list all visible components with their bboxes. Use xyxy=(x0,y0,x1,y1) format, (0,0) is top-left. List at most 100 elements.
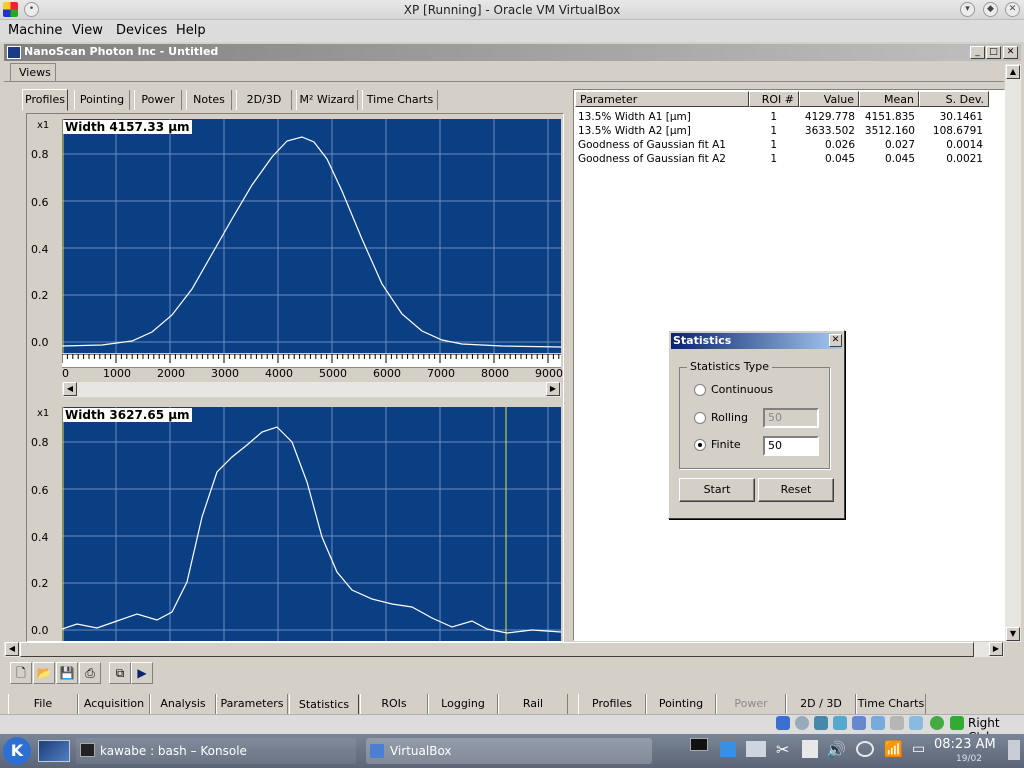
plot1-ruler-svg xyxy=(61,353,561,363)
mouse-integration-icon[interactable] xyxy=(930,716,944,730)
col-header-mean[interactable]: Mean xyxy=(859,91,919,107)
plot2-ytick: 0.6 xyxy=(31,484,49,497)
col-header-sdev[interactable]: S. Dev. xyxy=(919,91,989,107)
finite-count-field[interactable]: 50 xyxy=(763,436,819,456)
tab-pointing[interactable]: Pointing xyxy=(74,90,130,110)
bottom-tab-statistics[interactable]: Statistics xyxy=(289,694,359,715)
radio-finite[interactable] xyxy=(694,439,706,451)
tab-power[interactable]: Power xyxy=(134,90,182,110)
col-header-value[interactable]: Value xyxy=(799,91,859,107)
tab-m2-wizard[interactable]: M² Wizard xyxy=(296,90,358,110)
cell-value: 3633.502 xyxy=(804,125,855,137)
plot2-ytick: 0.4 xyxy=(31,531,49,544)
start-button[interactable]: Start xyxy=(679,478,755,502)
tab-notes[interactable]: Notes xyxy=(186,90,232,110)
bottom-tab-time-charts[interactable]: Time Charts xyxy=(856,694,926,714)
desktop-pager[interactable] xyxy=(38,740,70,762)
printer-tray-icon[interactable] xyxy=(746,741,766,757)
bottom-tab-profiles[interactable]: Profiles xyxy=(578,694,646,714)
scroll-down-button[interactable]: ▼ xyxy=(1006,627,1020,641)
bottom-tab-rail[interactable]: Rail xyxy=(498,694,568,714)
bottom-tab-pointing[interactable]: Pointing xyxy=(646,694,716,714)
virtualbox-task-icon xyxy=(370,744,384,758)
radio-continuous[interactable] xyxy=(694,384,706,396)
tab-time-charts[interactable]: Time Charts xyxy=(362,90,438,110)
harddisk-icon[interactable] xyxy=(776,716,790,730)
network-tray-icon[interactable] xyxy=(856,741,874,757)
radio-rolling[interactable] xyxy=(694,412,706,424)
main-scroll-right[interactable]: ▶ xyxy=(989,642,1003,656)
scroll-up-button[interactable]: ▲ xyxy=(1006,65,1020,79)
taskbar-konsole[interactable]: kawabe : bash – Konsole xyxy=(76,738,356,764)
cell-parameter: Goodness of Gaussian fit A2 xyxy=(578,153,726,165)
plot1-xtick: 4000 xyxy=(265,367,293,380)
plot2-svg xyxy=(62,407,561,641)
cell-roi: 1 xyxy=(770,153,777,165)
recording-icon[interactable] xyxy=(890,716,904,730)
close-button[interactable]: ✕ xyxy=(1005,2,1020,17)
new-file-icon[interactable]: 🗋 xyxy=(10,662,32,684)
battery-icon[interactable]: ▭ xyxy=(912,741,925,757)
cpu-icon[interactable] xyxy=(909,716,923,730)
views-tab[interactable]: Views xyxy=(10,63,56,81)
shared-folder-icon[interactable] xyxy=(833,716,847,730)
keyboard-capture-icon[interactable] xyxy=(950,716,964,730)
tab-2d3d[interactable]: 2D/3D xyxy=(236,90,292,110)
bottom-tab-acquisition[interactable]: Acquisition xyxy=(78,694,150,714)
app-restore-button[interactable]: □ xyxy=(986,46,1001,59)
kde-menu-icon[interactable]: K xyxy=(3,737,31,765)
cell-roi: 1 xyxy=(770,139,777,151)
maximize-button[interactable]: ◆ xyxy=(983,2,998,17)
main-scroll-thumb[interactable] xyxy=(20,642,974,657)
panel-handle-icon[interactable] xyxy=(1008,740,1020,760)
minimize-button[interactable]: ▾ xyxy=(960,2,975,17)
dialog-close-icon[interactable]: ✕ xyxy=(829,334,842,347)
network-icon[interactable] xyxy=(852,716,866,730)
dialog-title-bar: Statistics ✕ xyxy=(671,333,842,349)
print-icon[interactable]: ⎙ xyxy=(79,662,101,684)
menu-help[interactable]: Help xyxy=(176,23,206,38)
clock-time[interactable]: 08:23 AM xyxy=(934,737,996,752)
menu-view[interactable]: View xyxy=(72,23,103,38)
clipboard-icon[interactable] xyxy=(802,740,818,758)
cell-mean: 3512.160 xyxy=(864,125,915,137)
plot2-scale: x1 xyxy=(37,408,50,419)
optical-drive-icon[interactable] xyxy=(795,716,809,730)
plot1-canvas[interactable]: Width 4157.33 µm xyxy=(62,119,561,353)
col-header-roi[interactable]: ROI # xyxy=(749,91,799,107)
windows-icon[interactable]: ⧉ xyxy=(109,662,131,684)
dropbox-icon[interactable] xyxy=(720,741,736,757)
bottom-tab-analysis[interactable]: Analysis xyxy=(150,694,216,714)
plot1-scroll-left[interactable]: ◀ xyxy=(63,382,77,396)
bottom-tab-file[interactable]: File xyxy=(8,694,78,714)
taskbar-virtualbox[interactable]: VirtualBox xyxy=(366,738,652,764)
app-close-button[interactable]: ✕ xyxy=(1003,46,1018,59)
wifi-icon[interactable]: 📶 xyxy=(884,740,903,758)
col-header-parameter[interactable]: Parameter xyxy=(575,91,749,107)
menu-devices[interactable]: Devices xyxy=(116,23,167,38)
plot1-h-scrollbar[interactable] xyxy=(62,382,561,397)
display-icon[interactable] xyxy=(871,716,885,730)
main-vertical-scrollbar[interactable] xyxy=(1005,64,1021,642)
play-icon[interactable]: ▶ xyxy=(131,662,153,684)
plot2-canvas[interactable]: Width 3627.65 µm xyxy=(62,407,561,641)
open-folder-icon[interactable]: 📂 xyxy=(33,662,55,684)
main-scroll-left[interactable]: ◀ xyxy=(5,642,19,656)
bottom-tab-2d3d[interactable]: 2D / 3D xyxy=(786,694,856,714)
app-minimize-button[interactable]: _ xyxy=(970,46,985,59)
nanoscan-icon xyxy=(7,46,21,59)
plot1-scroll-right[interactable]: ▶ xyxy=(546,382,560,396)
usb-icon[interactable] xyxy=(814,716,828,730)
scissors-icon[interactable]: ✂ xyxy=(776,740,789,759)
cell-mean: 4151.835 xyxy=(864,111,915,123)
reset-button[interactable]: Reset xyxy=(758,478,834,502)
volume-icon[interactable]: 🔊 xyxy=(826,740,846,759)
tab-profiles[interactable]: Profiles xyxy=(22,89,68,111)
save-icon[interactable]: 💾 xyxy=(56,662,78,684)
bottom-tab-rois[interactable]: ROIs xyxy=(360,694,428,714)
plot1-xtick: 1000 xyxy=(103,367,131,380)
bottom-tab-parameters[interactable]: Parameters xyxy=(216,694,288,714)
bottom-tab-logging[interactable]: Logging xyxy=(428,694,498,714)
systray-terminal-icon[interactable] xyxy=(690,738,708,751)
menu-machine[interactable]: Machine xyxy=(8,23,62,38)
